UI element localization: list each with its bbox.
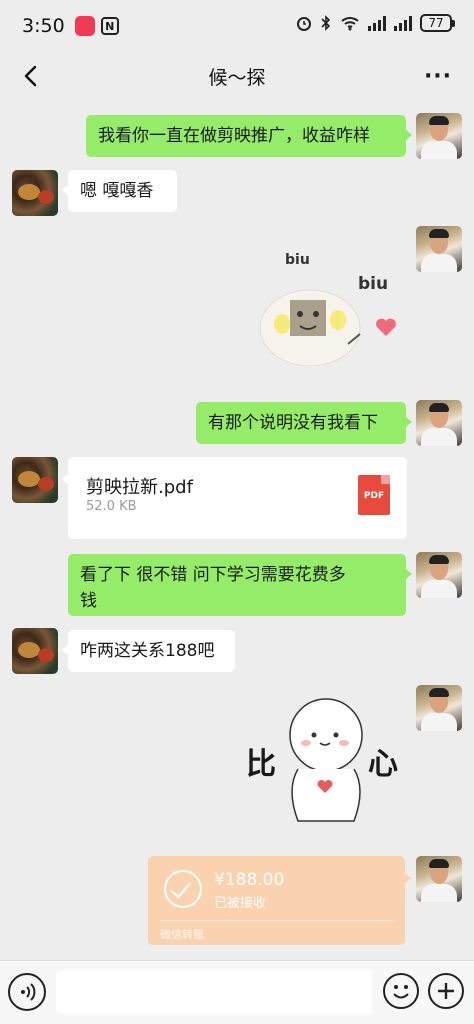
- transfer-amount: ¥188.00: [214, 870, 285, 890]
- transfer-divider: [160, 920, 393, 921]
- file-name: 剪映拉新.pdf: [86, 477, 193, 498]
- contact-avatar[interactable]: [12, 628, 58, 674]
- more-icon: ···: [423, 63, 453, 89]
- nfc-icon: N: [100, 17, 119, 35]
- back-icon: [24, 65, 37, 87]
- my-avatar[interactable]: [416, 685, 462, 731]
- pdf-file-icon: PDF: [358, 475, 390, 515]
- alarm-icon: [297, 17, 311, 31]
- sticker-figure: [259, 289, 361, 366]
- sticker-text: 心: [368, 747, 398, 782]
- chat-header: 候～探 ···: [0, 52, 474, 100]
- file-size: 52.0 KB: [86, 499, 137, 514]
- plus-icon: [438, 983, 454, 999]
- plus-button[interactable]: [428, 973, 464, 1009]
- bluetooth-icon: [321, 15, 331, 31]
- message-text: 咋两这关系188吧: [80, 641, 215, 661]
- message-bubble-received[interactable]: 嗯 嘎嘎香: [62, 170, 177, 212]
- voice-button[interactable]: [8, 973, 46, 1011]
- heart-hands-sticker[interactable]: 比 心: [244, 697, 406, 829]
- message-text: 有那个说明没有我看下: [208, 413, 378, 433]
- status-bar: 3:50 N 77: [0, 0, 474, 52]
- contact-avatar[interactable]: [12, 170, 58, 216]
- transfer-status: 已被接收: [214, 896, 267, 911]
- file-type-label: PDF: [363, 491, 385, 501]
- battery-icon: 77: [420, 14, 455, 32]
- message-input[interactable]: [56, 970, 372, 1014]
- contact-avatar[interactable]: [12, 457, 58, 503]
- signal-icon: [368, 15, 386, 31]
- status-time: 3:50: [22, 15, 65, 37]
- message-bubble-sent[interactable]: 有那个说明没有我看下: [196, 402, 412, 444]
- input-bar: [0, 960, 474, 1024]
- emoji-button[interactable]: [383, 973, 419, 1009]
- wechat-transfer-card[interactable]: ¥188.00 已被接收 微信转账: [148, 856, 411, 945]
- wifi-icon: [341, 17, 359, 31]
- message-bubble-received[interactable]: 咋两这关系188吧: [62, 630, 235, 672]
- message-bubble-sent[interactable]: 我看你一直在做剪映推广，收益咋样: [86, 115, 412, 157]
- chat-title: 候～探: [208, 66, 266, 89]
- transfer-footer: 微信转账: [160, 928, 204, 941]
- message-text: 我看你一直在做剪映推广，收益咋样: [98, 126, 370, 146]
- message-text-line: 钱: [80, 591, 97, 611]
- heart-icon: [376, 318, 396, 336]
- file-message-card[interactable]: 剪映拉新.pdf 52.0 KB PDF: [62, 457, 407, 539]
- emoji-icon: [393, 985, 409, 999]
- biu-sticker[interactable]: biu biu: [252, 240, 406, 366]
- message-bubble-sent[interactable]: 看了下 很不错 问下学习需要花费多 钱: [68, 554, 412, 616]
- message-text-line: 看了下 很不错 问下学习需要花费多: [80, 565, 346, 585]
- back-button[interactable]: [14, 60, 46, 92]
- my-avatar[interactable]: [416, 856, 462, 902]
- status-right: 77: [296, 14, 455, 32]
- more-button[interactable]: ···: [418, 60, 458, 92]
- my-avatar[interactable]: [416, 552, 462, 598]
- check-circle-icon: [164, 870, 202, 908]
- my-avatar[interactable]: [416, 400, 462, 446]
- voice-icon: [21, 983, 36, 1001]
- app-notification-icon: [74, 16, 95, 36]
- sticker-text: 比: [246, 747, 276, 782]
- battery-level: 77: [428, 16, 444, 30]
- my-avatar[interactable]: [416, 226, 462, 272]
- message-text: 嗯 嘎嘎香: [80, 181, 154, 201]
- status-left-icons: N: [74, 16, 119, 36]
- signal-icon-2: [394, 15, 412, 31]
- my-avatar[interactable]: [416, 113, 462, 159]
